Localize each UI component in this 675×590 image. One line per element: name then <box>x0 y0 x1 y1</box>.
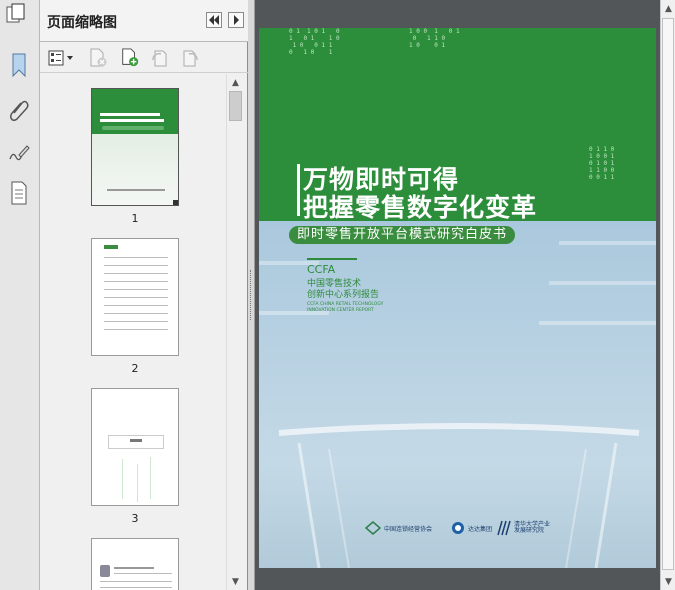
doc-scroll-down-arrow-icon[interactable]: ▼ <box>660 573 675 590</box>
series-name-line-2: 创新中心系列报告 <box>307 290 380 300</box>
document-layers-icon[interactable] <box>6 180 32 206</box>
panel-header: 页面缩略图 <box>40 0 248 42</box>
tsinghua-logo-text: 清华大学产业发展研究院 <box>514 521 551 534</box>
page-thumbnail-label-1: 1 <box>131 212 139 225</box>
scrollbar-thumb[interactable] <box>229 91 242 121</box>
doc-scroll-up-arrow-icon[interactable]: ▲ <box>660 0 675 17</box>
tsinghua-logo: 清华大学产业发展研究院 <box>497 518 554 538</box>
dada-logo-icon <box>452 522 464 534</box>
doc-scrollbar-thumb[interactable] <box>662 18 674 570</box>
ccfa-logo: 中国连锁经营协会 <box>365 518 432 538</box>
insert-pages-icon[interactable] <box>120 48 140 68</box>
delete-page-icon[interactable] <box>88 48 108 68</box>
chevron-right-icon <box>234 15 239 25</box>
panel-splitter[interactable] <box>248 0 255 590</box>
series-abbreviation: CCFA <box>307 263 336 276</box>
ccfa-logo-text: 中国连锁经营协会 <box>384 525 433 533</box>
double-chevron-left-icon <box>209 15 219 25</box>
collapse-panel-button[interactable] <box>206 12 222 28</box>
series-english-line-1: CCFA CHINA RETAIL TECHNOLOGY <box>307 302 384 307</box>
navigation-pane-strip <box>0 0 40 590</box>
ccfa-logo-icon <box>365 521 381 535</box>
thumbnail-list[interactable]: 1 2 3 <box>41 74 225 590</box>
dada-logo-text: 达达集团 <box>468 525 493 533</box>
expand-panel-button[interactable] <box>228 12 244 28</box>
document-scrollbar[interactable]: ▲ ▼ <box>660 0 675 590</box>
tsinghua-logo-icon <box>497 520 511 536</box>
page-thumbnails-panel: 页面缩略图 1 2 3 ▲ ▼ <box>40 0 248 590</box>
document-view[interactable]: 0 1 1 0 1 0 1 0 1 1 0 1 0 0 1 1 0 1 0 1 … <box>255 0 660 590</box>
series-english-line-2: INNOVATION CENTER REPORT <box>307 308 374 313</box>
scroll-down-arrow-icon[interactable]: ▼ <box>227 573 244 590</box>
rotate-right-icon[interactable] <box>180 48 200 68</box>
rotate-left-icon[interactable] <box>150 48 170 68</box>
page-thumbnail-label-3: 3 <box>131 512 139 525</box>
signature-icon[interactable] <box>6 140 32 166</box>
page-thumbnails-icon[interactable] <box>4 2 30 28</box>
page-thumbnail-1[interactable] <box>91 88 179 206</box>
page-thumbnail-label-2: 2 <box>131 362 139 375</box>
cover-subtitle: 即时零售开放平台模式研究白皮书 <box>289 226 516 244</box>
splitter-grip[interactable] <box>250 270 253 320</box>
scroll-up-arrow-icon[interactable]: ▲ <box>227 74 244 91</box>
dada-group-logo: 达达集团 <box>451 518 492 538</box>
page-thumbnail-2[interactable] <box>91 238 179 356</box>
thumbnail-toolbar <box>40 43 248 73</box>
cover-title-line-2: 把握零售数字化变革 <box>303 193 538 222</box>
page-thumbnail-3[interactable] <box>91 388 179 506</box>
series-divider <box>307 258 357 260</box>
paperclip-icon[interactable] <box>6 96 32 122</box>
document-page: 0 1 1 0 1 0 1 0 1 1 0 1 0 0 1 1 0 1 0 1 … <box>259 28 656 568</box>
panel-title: 页面缩略图 <box>47 15 117 31</box>
page-thumbnail-4[interactable] <box>91 538 179 590</box>
thumbnail-options-icon[interactable] <box>48 48 74 68</box>
bookmark-icon[interactable] <box>6 52 32 78</box>
title-accent-bar <box>297 164 300 216</box>
thumbnail-scrollbar[interactable]: ▲ ▼ <box>226 74 243 590</box>
